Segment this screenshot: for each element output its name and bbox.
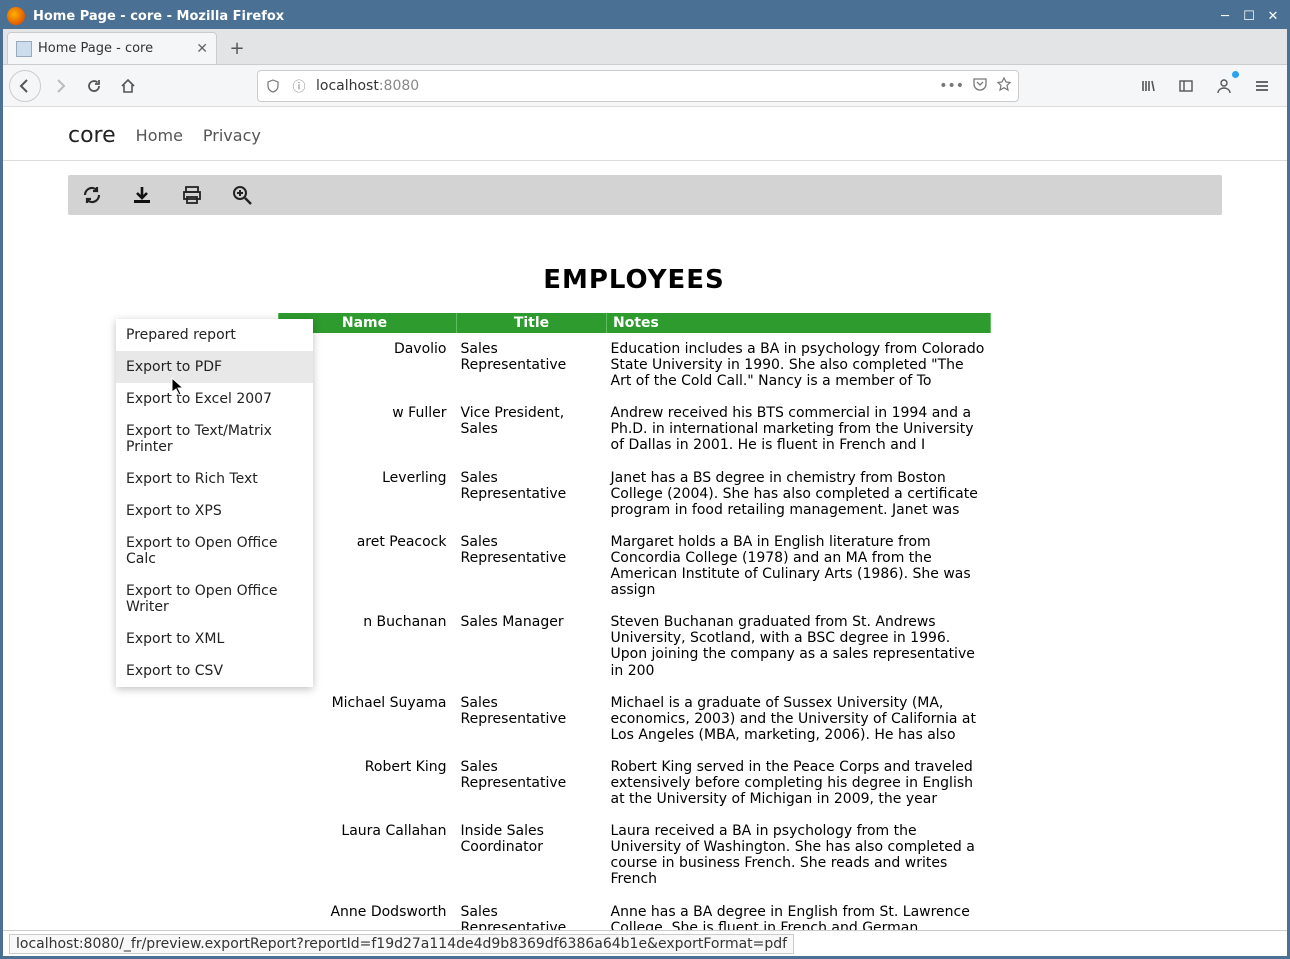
report-export-button[interactable]: [128, 181, 156, 209]
cell-notes: Andrew received his BTS commercial in 19…: [607, 397, 991, 461]
export-menu-item[interactable]: Export to Excel 2007: [116, 383, 313, 415]
hamburger-icon: [1254, 78, 1270, 94]
back-button[interactable]: [9, 70, 41, 102]
sidebar-icon: [1178, 78, 1194, 94]
tab-strip: Home Page - core ✕ +: [3, 29, 1287, 65]
cell-title: Sales Representative: [457, 687, 607, 751]
export-menu-item[interactable]: Export to Text/Matrix Printer: [116, 415, 313, 463]
report-zoom-button[interactable]: [228, 181, 256, 209]
tab-favicon: [16, 41, 32, 57]
table-row: DavolioSales RepresentativeEducation inc…: [279, 333, 991, 397]
page-actions-icon[interactable]: •••: [939, 78, 964, 94]
cell-notes: Michael is a graduate of Sussex Universi…: [607, 687, 991, 751]
tracking-protection-icon[interactable]: [264, 77, 282, 95]
window-titlebar: Home Page - core - Mozilla Firefox ─ ☐ ✕: [3, 3, 1287, 29]
export-menu-item[interactable]: Prepared report: [116, 319, 313, 351]
cell-name: Michael Suyama: [279, 687, 457, 751]
browser-toolbar: ⓘ localhost:8080 •••: [3, 65, 1287, 107]
status-bar: localhost:8080/_fr/preview.exportReport?…: [3, 930, 1287, 956]
cell-notes: Margaret holds a BA in English literatur…: [607, 526, 991, 606]
new-tab-button[interactable]: +: [223, 34, 251, 62]
nav-link-privacy[interactable]: Privacy: [203, 126, 261, 145]
export-menu-item[interactable]: Export to XPS: [116, 495, 313, 527]
export-menu-item[interactable]: Export to Rich Text: [116, 463, 313, 495]
cell-title: Sales Representative: [457, 751, 607, 815]
cell-notes: Education includes a BA in psychology fr…: [607, 333, 991, 397]
cell-title: Sales Manager: [457, 606, 607, 686]
reload-icon: [86, 78, 102, 94]
cell-name: Robert King: [279, 751, 457, 815]
library-icon: [1140, 78, 1156, 94]
site-nav: core Home Privacy: [3, 107, 1287, 161]
notification-dot-icon: [1232, 71, 1239, 78]
print-icon: [181, 184, 203, 206]
home-button[interactable]: [113, 71, 143, 101]
cell-name: Laura Callahan: [279, 815, 457, 895]
cell-title: Inside Sales Coordinator: [457, 815, 607, 895]
table-row: Michael SuyamaSales RepresentativeMichae…: [279, 687, 991, 751]
url-bar[interactable]: ⓘ localhost:8080 •••: [257, 70, 1019, 102]
cell-title: Sales Representative: [457, 526, 607, 606]
account-icon: [1215, 77, 1233, 95]
firefox-icon: [7, 7, 25, 25]
table-row: LeverlingSales RepresentativeJanet has a…: [279, 462, 991, 526]
cell-title: Sales Representative: [457, 333, 607, 397]
reload-button[interactable]: [79, 71, 109, 101]
window-maximize-button[interactable]: ☐: [1239, 7, 1259, 25]
forward-button[interactable]: [45, 71, 75, 101]
nav-link-home[interactable]: Home: [136, 126, 183, 145]
table-row: Laura CallahanInside Sales CoordinatorLa…: [279, 815, 991, 895]
cell-notes: Robert King served in the Peace Corps an…: [607, 751, 991, 815]
window-close-button[interactable]: ✕: [1263, 7, 1283, 25]
bookmark-star-icon[interactable]: [996, 76, 1012, 96]
download-icon: [131, 184, 153, 206]
export-menu-item[interactable]: Export to CSV: [116, 655, 313, 687]
table-row: Robert KingSales RepresentativeRobert Ki…: [279, 751, 991, 815]
report-toolbar: [68, 175, 1222, 215]
home-icon: [120, 78, 136, 94]
sidebar-button[interactable]: [1171, 71, 1201, 101]
site-brand[interactable]: core: [68, 123, 116, 148]
report-refresh-button[interactable]: [78, 181, 106, 209]
window-title: Home Page - core - Mozilla Firefox: [33, 9, 284, 24]
employees-table: Name Title Notes DavolioSales Representa…: [278, 313, 991, 936]
menu-button[interactable]: [1247, 71, 1277, 101]
table-header-title: Title: [457, 313, 607, 333]
report-title: EMPLOYEES: [278, 265, 990, 295]
cell-title: Sales Representative: [457, 462, 607, 526]
refresh-icon: [81, 184, 103, 206]
table-row: w FullerVice President, SalesAndrew rece…: [279, 397, 991, 461]
cell-notes: Laura received a BA in psychology from t…: [607, 815, 991, 895]
site-info-icon[interactable]: ⓘ: [290, 77, 308, 95]
table-row: n BuchananSales ManagerSteven Buchanan g…: [279, 606, 991, 686]
tab-title: Home Page - core: [38, 41, 153, 56]
cell-notes: Steven Buchanan graduated from St. Andre…: [607, 606, 991, 686]
arrow-left-icon: [17, 78, 33, 94]
export-menu-item[interactable]: Export to XML: [116, 623, 313, 655]
export-menu-item[interactable]: Export to PDF: [116, 351, 313, 383]
status-text: localhost:8080/_fr/preview.exportReport?…: [9, 934, 794, 954]
export-menu-item[interactable]: Export to Open Office Writer: [116, 575, 313, 623]
zoom-in-icon: [231, 184, 253, 206]
table-header-notes: Notes: [607, 313, 991, 333]
window-minimize-button[interactable]: ─: [1215, 7, 1235, 25]
url-text: localhost:8080: [316, 78, 931, 94]
cell-title: Vice President, Sales: [457, 397, 607, 461]
table-row: aret PeacockSales RepresentativeMargaret…: [279, 526, 991, 606]
cell-notes: Janet has a BS degree in chemistry from …: [607, 462, 991, 526]
export-menu: Prepared reportExport to PDFExport to Ex…: [116, 319, 313, 687]
page-viewport: core Home Privacy EMPLOYEES: [3, 107, 1287, 936]
tab-close-button[interactable]: ✕: [196, 41, 208, 57]
export-menu-item[interactable]: Export to Open Office Calc: [116, 527, 313, 575]
report-print-button[interactable]: [178, 181, 206, 209]
browser-tab[interactable]: Home Page - core ✕: [7, 32, 217, 64]
library-button[interactable]: [1133, 71, 1163, 101]
pocket-icon[interactable]: [972, 76, 988, 96]
account-button[interactable]: [1209, 71, 1239, 101]
arrow-right-icon: [52, 78, 68, 94]
